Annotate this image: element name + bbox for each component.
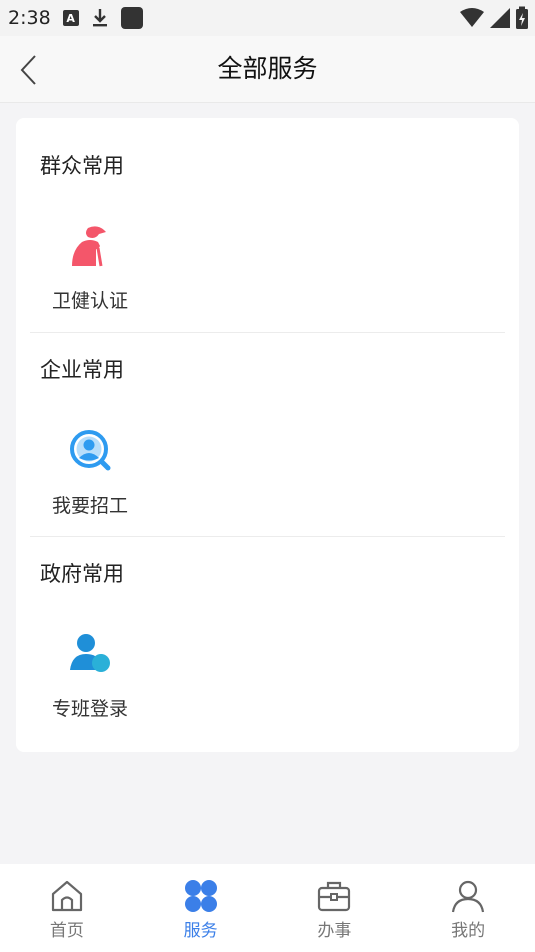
section-divider (30, 536, 505, 537)
service-tile-task-login[interactable]: 专班登录 (40, 632, 140, 732)
home-icon (51, 880, 82, 912)
nav-item-services[interactable]: 服务 (134, 864, 268, 952)
wifi-icon (460, 8, 484, 27)
service-label: 卫健认证 (51, 290, 128, 312)
elderly-person-icon (72, 226, 106, 267)
nav-item-home[interactable]: 首页 (0, 864, 134, 952)
nav-label: 办事 (317, 921, 352, 941)
nav-label: 我的 (451, 921, 486, 941)
profile-icon (452, 880, 485, 913)
nav-item-profile[interactable]: 我的 (401, 864, 535, 952)
services-grid-icon (184, 880, 217, 912)
section-title-enterprise: 企业常用 (40, 358, 124, 382)
a-notification-icon: A (62, 10, 79, 26)
status-time: 2:38 (8, 7, 51, 29)
service-label: 我要招工 (51, 495, 128, 517)
recruit-search-icon (70, 430, 111, 471)
service-tile-recruit[interactable]: 我要招工 (40, 429, 140, 529)
header: 全部服务 (0, 36, 535, 103)
section-title-public: 群众常用 (40, 154, 124, 178)
nav-item-affairs[interactable]: 办事 (268, 864, 402, 952)
user-login-icon (70, 634, 110, 672)
services-card: 群众常用 卫健认证 企业常用 我要招工 政府常用 专班登录 (16, 118, 519, 752)
download-icon (91, 8, 109, 28)
nav-label: 首页 (49, 921, 84, 941)
service-tile-health-auth[interactable]: 卫健认证 (40, 224, 140, 324)
page-title: 全部服务 (217, 54, 318, 83)
briefcase-icon (318, 881, 351, 912)
section-title-government: 政府常用 (40, 562, 124, 586)
status-bar: 2:38 A (0, 0, 535, 36)
section-divider (30, 332, 505, 333)
nav-label: 服务 (183, 921, 218, 941)
bottom-nav: 首页 服务 办事 我的 (0, 864, 535, 952)
signal-icon (490, 8, 510, 28)
battery-charging-icon (516, 6, 528, 29)
service-label: 专班登录 (51, 698, 128, 720)
app-square-icon (120, 7, 143, 29)
